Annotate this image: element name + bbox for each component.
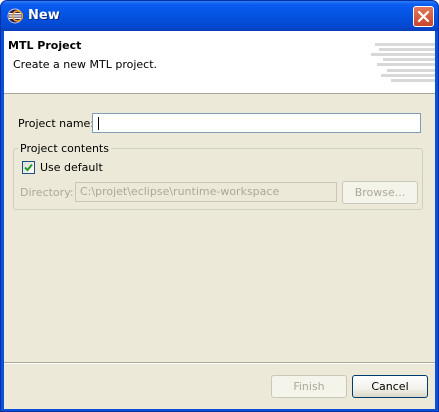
project-name-input[interactable] bbox=[92, 113, 421, 133]
wizard-header: MTL Project Create a new MTL project. bbox=[4, 31, 435, 94]
close-button[interactable] bbox=[413, 6, 434, 27]
close-icon bbox=[417, 10, 430, 23]
directory-label: Directory: bbox=[20, 186, 74, 199]
browse-button[interactable]: Browse... bbox=[342, 181, 418, 204]
page-title: MTL Project bbox=[8, 39, 82, 52]
page-description: Create a new MTL project. bbox=[13, 58, 158, 71]
new-wizard-dialog: New MTL Project Create a new MTL project… bbox=[0, 0, 439, 412]
project-contents-legend: Project contents bbox=[18, 142, 111, 155]
cancel-button[interactable]: Cancel bbox=[352, 375, 428, 398]
text-caret bbox=[98, 117, 99, 130]
directory-field[interactable]: C:\projet\eclipse\runtime-workspace bbox=[75, 182, 337, 202]
checkmark-icon bbox=[24, 163, 33, 172]
project-name-label: Project name: bbox=[18, 117, 95, 130]
window-title: New bbox=[28, 8, 60, 23]
use-default-checkbox[interactable] bbox=[22, 161, 35, 174]
footer-separator bbox=[4, 362, 435, 364]
use-default-label[interactable]: Use default bbox=[40, 161, 103, 174]
finish-button[interactable]: Finish bbox=[271, 375, 347, 398]
wizard-banner-icon bbox=[369, 43, 435, 87]
eclipse-icon bbox=[7, 8, 24, 24]
dialog-body: MTL Project Create a new MTL project. Pr… bbox=[4, 31, 435, 409]
title-bar[interactable]: New bbox=[1, 1, 438, 31]
